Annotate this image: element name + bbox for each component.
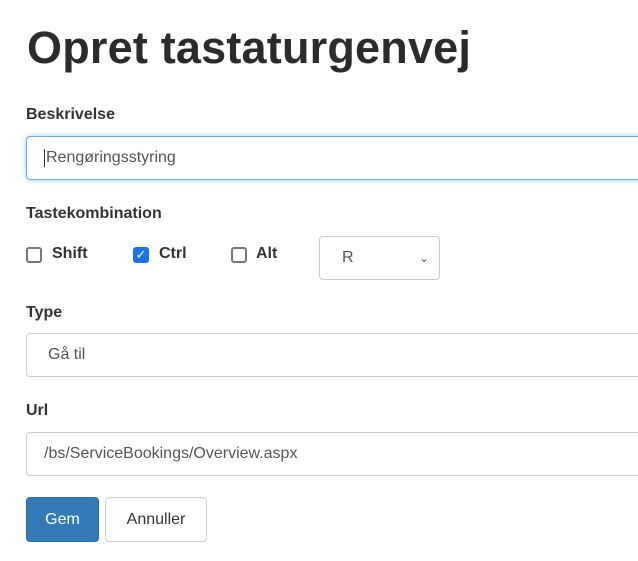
key-select[interactable]: R ⌄	[319, 236, 440, 280]
url-input[interactable]: /bs/ServiceBookings/Overview.aspx	[26, 432, 638, 476]
shift-label[interactable]: Shift	[52, 245, 88, 263]
ctrl-checkbox[interactable]: ✓	[133, 247, 149, 263]
description-value: Rengøringsstyring	[46, 149, 176, 166]
url-label: Url	[26, 402, 49, 419]
type-select[interactable]: Gå til	[26, 333, 638, 377]
url-value: /bs/ServiceBookings/Overview.aspx	[44, 445, 298, 462]
alt-label[interactable]: Alt	[256, 245, 277, 263]
description-input[interactable]: Rengøringsstyring	[26, 136, 638, 180]
type-label: Type	[26, 304, 63, 321]
ctrl-label[interactable]: Ctrl	[159, 245, 187, 263]
cancel-button[interactable]: Annuller	[105, 497, 207, 542]
save-button[interactable]: Gem	[26, 497, 99, 542]
chevron-down-icon: ⌄	[418, 251, 429, 265]
type-select-value: Gå til	[48, 346, 86, 363]
shift-checkbox[interactable]	[26, 247, 42, 263]
checkmark-icon: ✓	[135, 247, 147, 262]
key-select-value: R	[342, 249, 354, 266]
description-label: Beskrivelse	[26, 106, 115, 123]
text-caret	[44, 148, 45, 167]
page-title: Opret tastaturgenvej	[27, 22, 472, 73]
alt-checkbox[interactable]	[231, 247, 247, 263]
key-combination-label: Tastekombination	[26, 205, 162, 222]
